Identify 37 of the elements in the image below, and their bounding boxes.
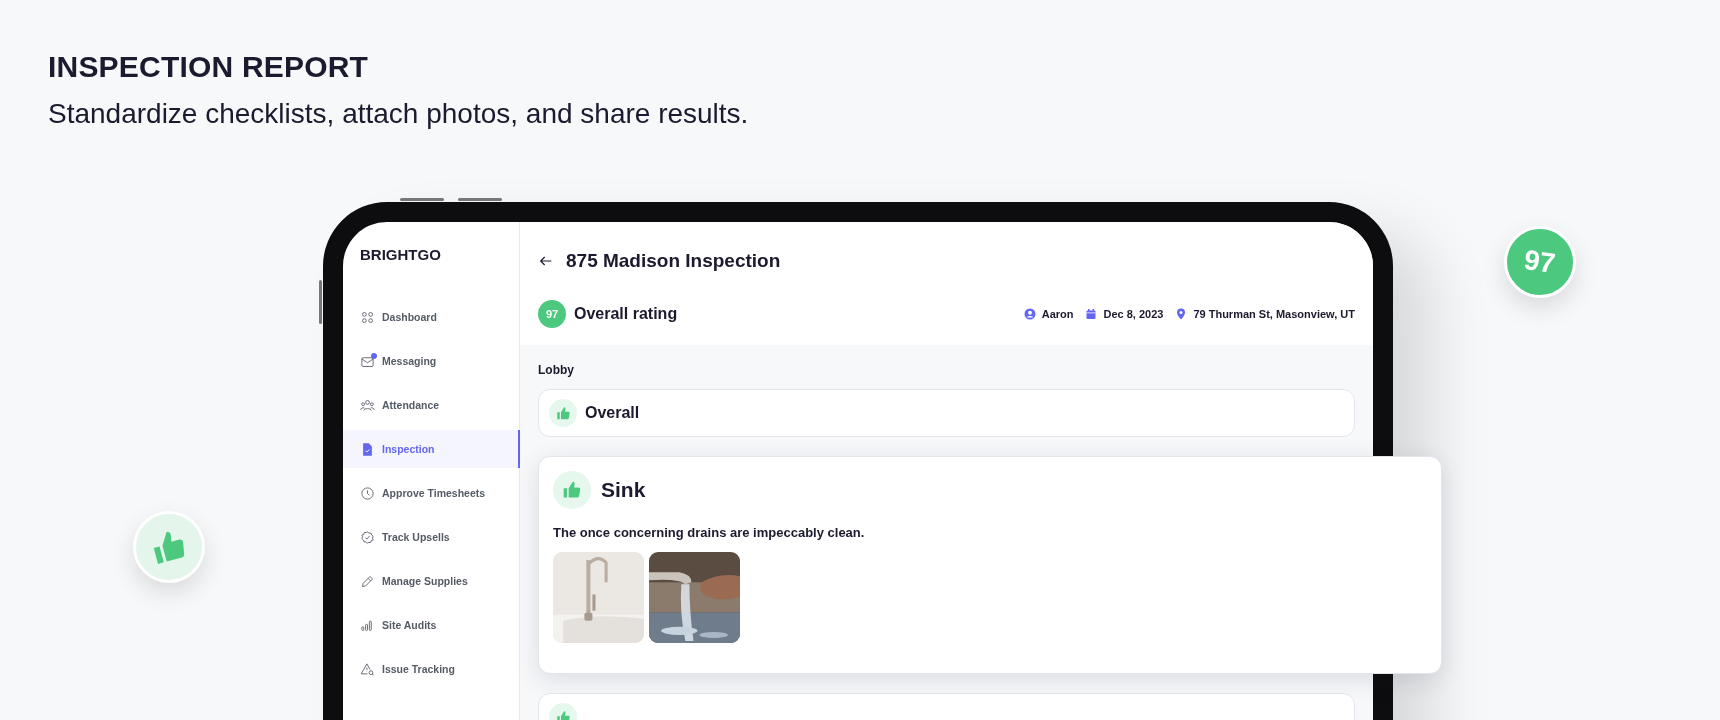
thumbs-up-icon [562,480,582,500]
person-icon [1023,308,1036,320]
inspection-title: 875 Madison Inspection [566,250,781,272]
inspection-item-card[interactable]: Overall [538,389,1355,437]
brand-logo: BRIGHTGO [360,246,441,263]
warning-search-icon [360,661,375,677]
clock-icon [360,485,375,501]
rating-score: 97 [538,300,566,328]
page-title: INSPECTION REPORT [48,50,370,84]
grid-icon [360,309,375,325]
location-pin-icon [1175,308,1188,320]
calendar-icon [1085,308,1098,320]
item-title: Overall [585,404,640,422]
item-note: The once concerning drains are impeccably clean. [553,525,866,540]
sidebar-item[interactable]: Inspection [343,430,520,468]
sidebar-item[interactable]: Approve Timesheets [343,474,519,512]
thumbs-up-icon [555,709,571,720]
sidebar-item[interactable]: Attendance [343,386,519,424]
badge-check-icon [360,529,375,545]
sidebar-item[interactable]: Site Audits [343,606,519,644]
document-check-icon [360,441,375,457]
rating-label: Overall rating [574,305,678,323]
pencil-icon [360,573,375,589]
sidebar-item[interactable]: Track Upsells [343,518,519,556]
sidebar-item[interactable]: Manage Supplies [343,562,519,600]
sidebar-item[interactable]: Issue Tracking [343,650,519,688]
page-subtitle: Standardize checklists, attach photos, and share results. [48,98,750,130]
sidebar-item[interactable]: Messaging [343,342,519,380]
meta-text: Aaron [1041,308,1074,320]
sidebar-item[interactable]: Dashboard [343,298,519,336]
section-label: Lobby [538,363,574,377]
meta-text: Dec 8, 2023 [1103,308,1164,320]
thumbs-up-icon [555,405,571,421]
score-badge: 97 [1504,226,1576,298]
people-icon [360,397,375,413]
item-title: Sink [601,478,646,502]
meta-text: 79 Thurman St, Masonview, UT [1193,308,1355,320]
